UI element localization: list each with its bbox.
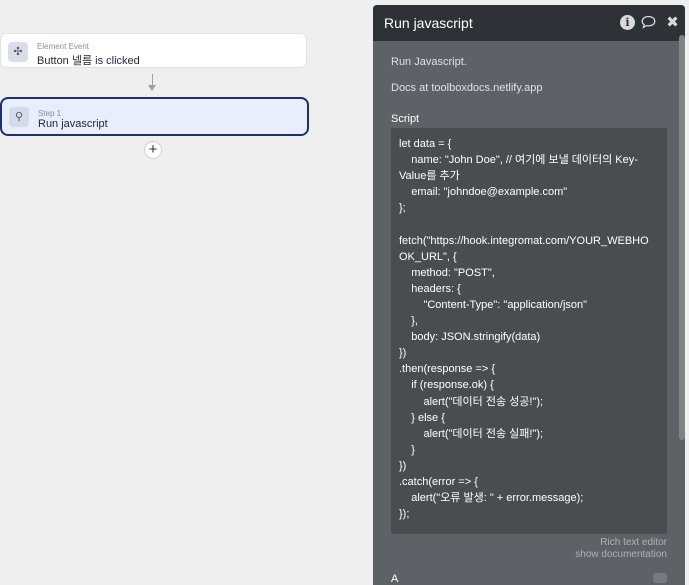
property-panel: Run javascript i ✖ Run Javascript. Docs … (373, 5, 685, 585)
code-line: alert("오류 발생: " + error.message); (399, 492, 584, 505)
panel-title: Run javascript (384, 15, 473, 31)
next-field-label: A (391, 573, 399, 585)
scrollbar-thumb[interactable] (679, 35, 685, 440)
rich-text-editor-link[interactable]: Rich text editor (600, 537, 667, 548)
code-line: let data = { (399, 138, 452, 150)
code-line: headers: { (399, 282, 461, 295)
code-line: } else { (399, 411, 445, 424)
code-line: Value를 추가 (399, 170, 460, 183)
connector-arrow-icon (148, 74, 156, 91)
close-icon[interactable]: ✖ (665, 15, 680, 30)
code-line: alert("데이터 전송 성공!"); (399, 395, 544, 408)
event-category: Element Event (37, 42, 90, 51)
code-line: fetch("https://hook.integromat.com/YOUR_… (399, 234, 649, 247)
script-editor[interactable]: let data = { name: "John Doe", // 여기에 보낼… (391, 128, 667, 534)
code-line: method: "POST", (399, 266, 495, 279)
step-name: Run javascript (38, 118, 108, 130)
code-line: }) (399, 347, 407, 360)
info-icon[interactable]: i (620, 15, 635, 30)
code-line: email: "johndoe@example.com" (399, 186, 568, 199)
step-card[interactable]: ⚲ Step 1 Run javascript (0, 97, 309, 136)
comment-icon[interactable] (641, 15, 656, 30)
event-name: Button 넬름 is clicked (37, 55, 140, 67)
code-line: OK_URL", { (399, 250, 457, 263)
code-line: alert("데이터 전송 실패!"); (399, 427, 544, 440)
cursor-click-icon: ✣ (8, 42, 28, 62)
docs-link[interactable]: Docs at toolboxdocs.netlify.app (391, 82, 542, 94)
panel-header: Run javascript i ✖ (373, 5, 685, 41)
code-line: "Content-Type": "application/json" (399, 298, 588, 311)
code-line: }; (399, 202, 406, 215)
code-line: } (399, 443, 415, 456)
script-label: Script (391, 113, 420, 125)
show-documentation-link[interactable]: show documentation (575, 549, 667, 560)
add-step-button[interactable]: + (144, 141, 162, 159)
code-line: }, (399, 315, 418, 328)
action-description: Run Javascript. (391, 56, 467, 68)
code-line: .then(response => { (399, 363, 496, 376)
code-line: body: JSON.stringify(data) (399, 331, 541, 344)
event-card[interactable]: ✣ Element Event Button 넬름 is clicked (0, 33, 307, 68)
code-line: }) (399, 459, 407, 472)
plugin-icon: ⚲ (9, 107, 29, 127)
next-field-control[interactable] (653, 573, 667, 583)
panel-scrollbar[interactable] (679, 5, 685, 585)
code-line: if (response.ok) { (399, 379, 494, 392)
step-category: Step 1 (38, 109, 62, 118)
code-line: name: "John Doe", // 여기에 보낼 데이터의 Key- (399, 154, 638, 167)
code-line: }); (399, 508, 410, 521)
code-line: .catch(error => { (399, 475, 478, 488)
